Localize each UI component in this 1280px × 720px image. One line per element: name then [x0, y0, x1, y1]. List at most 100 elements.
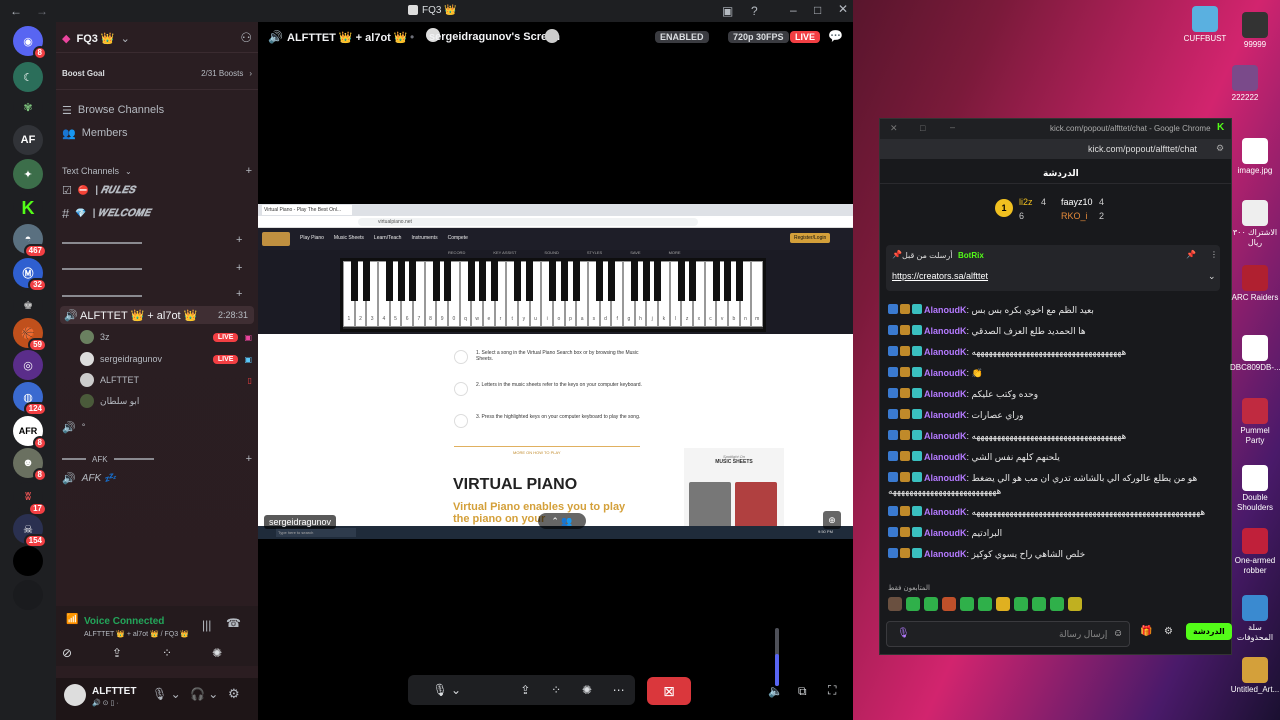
add-channel-icon[interactable]: +	[236, 262, 242, 274]
invite-user-icon[interactable]: ⚇	[240, 30, 252, 46]
server-icon-3[interactable]: ✦	[13, 159, 43, 189]
piano-black-key[interactable]	[654, 261, 662, 301]
server-icon-15[interactable]	[13, 580, 43, 610]
emote-icon[interactable]	[978, 597, 992, 611]
emoji-icon[interactable]: ☺	[1113, 628, 1123, 639]
text-channels-category[interactable]: Text Channels ⌄ +	[62, 164, 252, 178]
mic-icon[interactable]: 🎙	[897, 628, 910, 639]
minimize-icon[interactable]: –	[790, 3, 797, 17]
zoom-icon[interactable]: ⊕	[823, 511, 841, 529]
sheet-thumbnail[interactable]	[689, 482, 731, 528]
channel-welcome[interactable]: # 💎 | 𝑾𝑬𝑳𝑪𝑶𝑴𝑬	[62, 205, 252, 221]
chevron-down-icon[interactable]: ⌄	[1208, 271, 1216, 282]
chat-username[interactable]: AlanoudK	[924, 549, 967, 559]
settings-gear-icon[interactable]: ⚙	[1164, 626, 1173, 637]
desktop-icon[interactable]: 222222	[1220, 65, 1270, 103]
camera-off-icon[interactable]: ⊘	[62, 646, 72, 660]
more-icon[interactable]: ⋮	[1210, 250, 1218, 259]
chat-username[interactable]: AlanoudK	[924, 473, 967, 483]
minimize-icon[interactable]: –	[950, 122, 955, 132]
voice-user[interactable]: ALFTTET ▯	[80, 373, 252, 387]
pinned-link[interactable]: https://creators.sa/alfttet	[892, 271, 988, 281]
mic-icon[interactable]: 🎙 ⌄	[432, 683, 461, 697]
emote-icon[interactable]	[996, 597, 1010, 611]
chat-message[interactable]: AlanoudK: هههههههههههههههههههههههههههههه…	[888, 430, 1223, 443]
voice-user[interactable]: ابو سلطان	[80, 394, 252, 408]
piano-black-key[interactable]	[572, 261, 580, 301]
chat-input[interactable]: 🎙 إرسال رسالة ☺	[886, 621, 1130, 647]
desktop-icon[interactable]: الاشتراك ٣٠٠ ريال	[1230, 200, 1280, 248]
piano-black-key[interactable]	[549, 261, 557, 301]
piano-black-key[interactable]	[444, 261, 452, 301]
emote-icon[interactable]	[942, 597, 956, 611]
server-icon-7[interactable]: 🏀 59	[13, 318, 47, 352]
more-link[interactable]: MORE ON HOW TO PLAY	[513, 450, 561, 455]
chat-username[interactable]: AlanoudK	[924, 410, 967, 420]
server-icon-13[interactable]: ☠ 154	[13, 514, 47, 548]
noise-suppression-icon[interactable]: |||	[202, 618, 211, 632]
channel-rules[interactable]: ☑ ⛔ | 𝑹𝑼𝑳𝑬𝑺	[62, 182, 252, 198]
piano-black-key[interactable]	[560, 261, 568, 301]
soundboard-icon[interactable]: ✺	[212, 646, 222, 660]
chat-username[interactable]: AlanoudK	[924, 431, 967, 441]
piano-tool[interactable]: RECORD	[448, 250, 465, 255]
piano-black-key[interactable]	[409, 261, 417, 301]
piano-tool[interactable]: STYLES	[587, 250, 602, 255]
chat-message[interactable]: AlanoudK: البرادتيم	[888, 527, 1223, 540]
chat-username[interactable]: AlanoudK	[924, 326, 967, 336]
piano-black-key[interactable]	[525, 261, 533, 301]
browse-channels[interactable]: ☰ Browse Channels	[62, 102, 252, 118]
tune-icon[interactable]: ⚙	[1216, 143, 1224, 154]
piano-black-key[interactable]	[467, 261, 475, 301]
chat-username[interactable]: AlanoudK	[924, 528, 967, 538]
discord-home-icon[interactable]: ◉ 8	[13, 26, 47, 60]
close-icon[interactable]: ✕	[838, 2, 848, 16]
piano-black-key[interactable]	[607, 261, 615, 301]
activities-icon[interactable]: ⁘	[551, 683, 561, 697]
soundboard-icon[interactable]: ✺	[582, 683, 592, 697]
boost-goal[interactable]: Boost Goal 2/31 Boosts ›	[62, 66, 252, 80]
popout-icon[interactable]: ⧉	[798, 684, 807, 699]
voice-user[interactable]: sergeidragunov LIVE ▣	[80, 352, 252, 366]
disconnect-icon[interactable]: ☎	[226, 616, 241, 630]
desktop-icon[interactable]: One-armed robber	[1230, 528, 1280, 576]
add-channel-icon[interactable]: +	[246, 165, 252, 177]
divider-category[interactable]	[62, 295, 142, 297]
chat-message[interactable]: AlanoudK: هههههههههههههههههههههههههههههه…	[888, 506, 1223, 519]
stream-popout-controls[interactable]: ⌃ 👥	[538, 513, 586, 529]
piano-keyboard[interactable]: 1234567890qwertyuiopasdfghjklzxcvbnm	[340, 258, 766, 332]
piano-black-key[interactable]	[677, 261, 685, 301]
piano-tool[interactable]: SAVE	[630, 250, 640, 255]
piano-black-key[interactable]	[595, 261, 603, 301]
server-icon-6[interactable]: ♚	[13, 290, 43, 320]
desktop-icon[interactable]: DBC809DB-...	[1230, 335, 1280, 373]
url-text[interactable]: kick.com/popout/alfttet/chat	[1088, 144, 1197, 154]
piano-black-key[interactable]	[479, 261, 487, 301]
chat-username[interactable]: AlanoudK	[924, 507, 967, 517]
piano-black-key[interactable]	[642, 261, 650, 301]
chat-message[interactable]: AlanoudK: بعيد الظم مع اخوي بكره بس بس	[888, 304, 1223, 317]
emote-icon[interactable]	[906, 597, 920, 611]
chat-message[interactable]: AlanoudK: يلحنهم كلهم نفس الشي	[888, 451, 1223, 464]
avatar[interactable]	[64, 684, 86, 706]
desktop-icon[interactable]: Untitled_Art...	[1230, 657, 1280, 695]
maximize-icon[interactable]: □	[814, 3, 821, 17]
divider-category[interactable]	[62, 242, 142, 244]
site-nav-link[interactable]: Learn/Teach	[374, 235, 402, 241]
piano-black-key[interactable]	[362, 261, 370, 301]
emote-icon[interactable]	[1068, 597, 1082, 611]
chat-bubble-icon[interactable]: 💬	[828, 29, 843, 43]
leave-call-button[interactable]: ⊠	[647, 677, 691, 705]
add-channel-icon[interactable]: +	[236, 234, 242, 246]
emote-icon[interactable]	[924, 597, 938, 611]
server-icon-9[interactable]: ◍ 124	[13, 382, 47, 416]
piano-black-key[interactable]	[724, 261, 732, 301]
site-nav-link[interactable]: Play Piano	[300, 235, 324, 241]
emote-icon[interactable]	[960, 597, 974, 611]
afk-category[interactable]: AFK +	[62, 452, 252, 466]
piano-black-key[interactable]	[397, 261, 405, 301]
inbox-icon[interactable]: ▣	[722, 4, 733, 18]
emote-icon[interactable]	[1032, 597, 1046, 611]
mic-icon[interactable]: 🎙 ⌄	[152, 687, 181, 701]
server-icon-10[interactable]: AFR 8	[13, 416, 47, 450]
